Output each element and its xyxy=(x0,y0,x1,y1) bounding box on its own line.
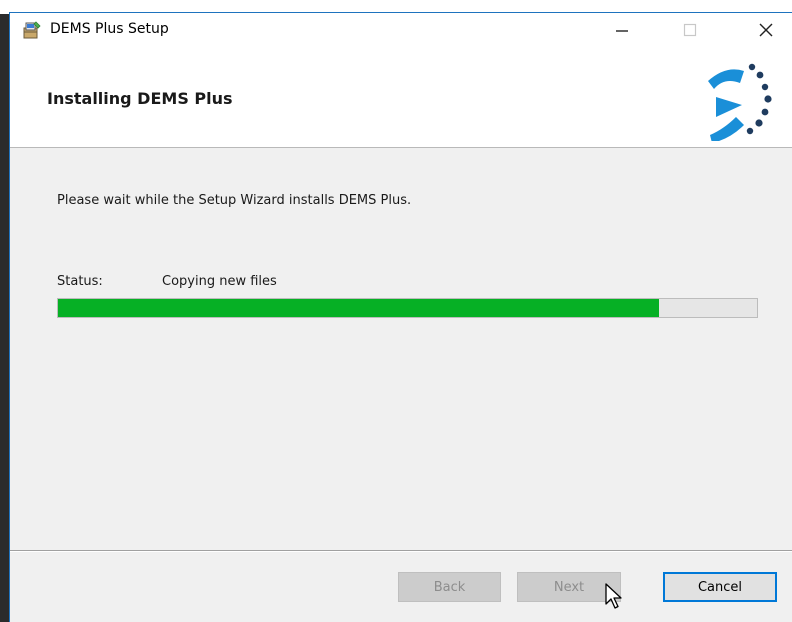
close-button[interactable] xyxy=(743,15,789,45)
install-progress-bar xyxy=(57,298,758,318)
setup-window: DEMS Plus Setup Installing DEMS Plus Ple… xyxy=(9,12,792,622)
window-title: DEMS Plus Setup xyxy=(50,21,169,37)
mouse-cursor-icon xyxy=(605,583,622,609)
close-icon xyxy=(759,23,773,37)
desktop-edge xyxy=(0,14,9,622)
minimize-button[interactable] xyxy=(599,15,645,45)
screenshot: DEMS Plus Setup Installing DEMS Plus Ple… xyxy=(0,0,792,622)
wizard-header: Installing DEMS Plus xyxy=(10,47,792,148)
page-title: Installing DEMS Plus xyxy=(47,89,233,108)
status-label: Status: xyxy=(57,274,103,289)
progress-fill xyxy=(58,299,660,317)
footer-divider xyxy=(10,550,792,552)
back-button[interactable]: Back xyxy=(398,572,501,602)
cancel-button[interactable]: Cancel xyxy=(663,572,777,602)
wizard-message: Please wait while the Setup Wizard insta… xyxy=(57,193,412,208)
status-value: Copying new files xyxy=(162,274,277,289)
maximize-icon xyxy=(683,23,697,37)
title-bar[interactable]: DEMS Plus Setup xyxy=(10,13,792,47)
brand-logo xyxy=(708,63,772,141)
maximize-button[interactable] xyxy=(667,15,713,45)
installer-icon xyxy=(23,21,41,39)
cropped-document-caption xyxy=(0,0,792,11)
minimize-icon xyxy=(616,30,628,32)
